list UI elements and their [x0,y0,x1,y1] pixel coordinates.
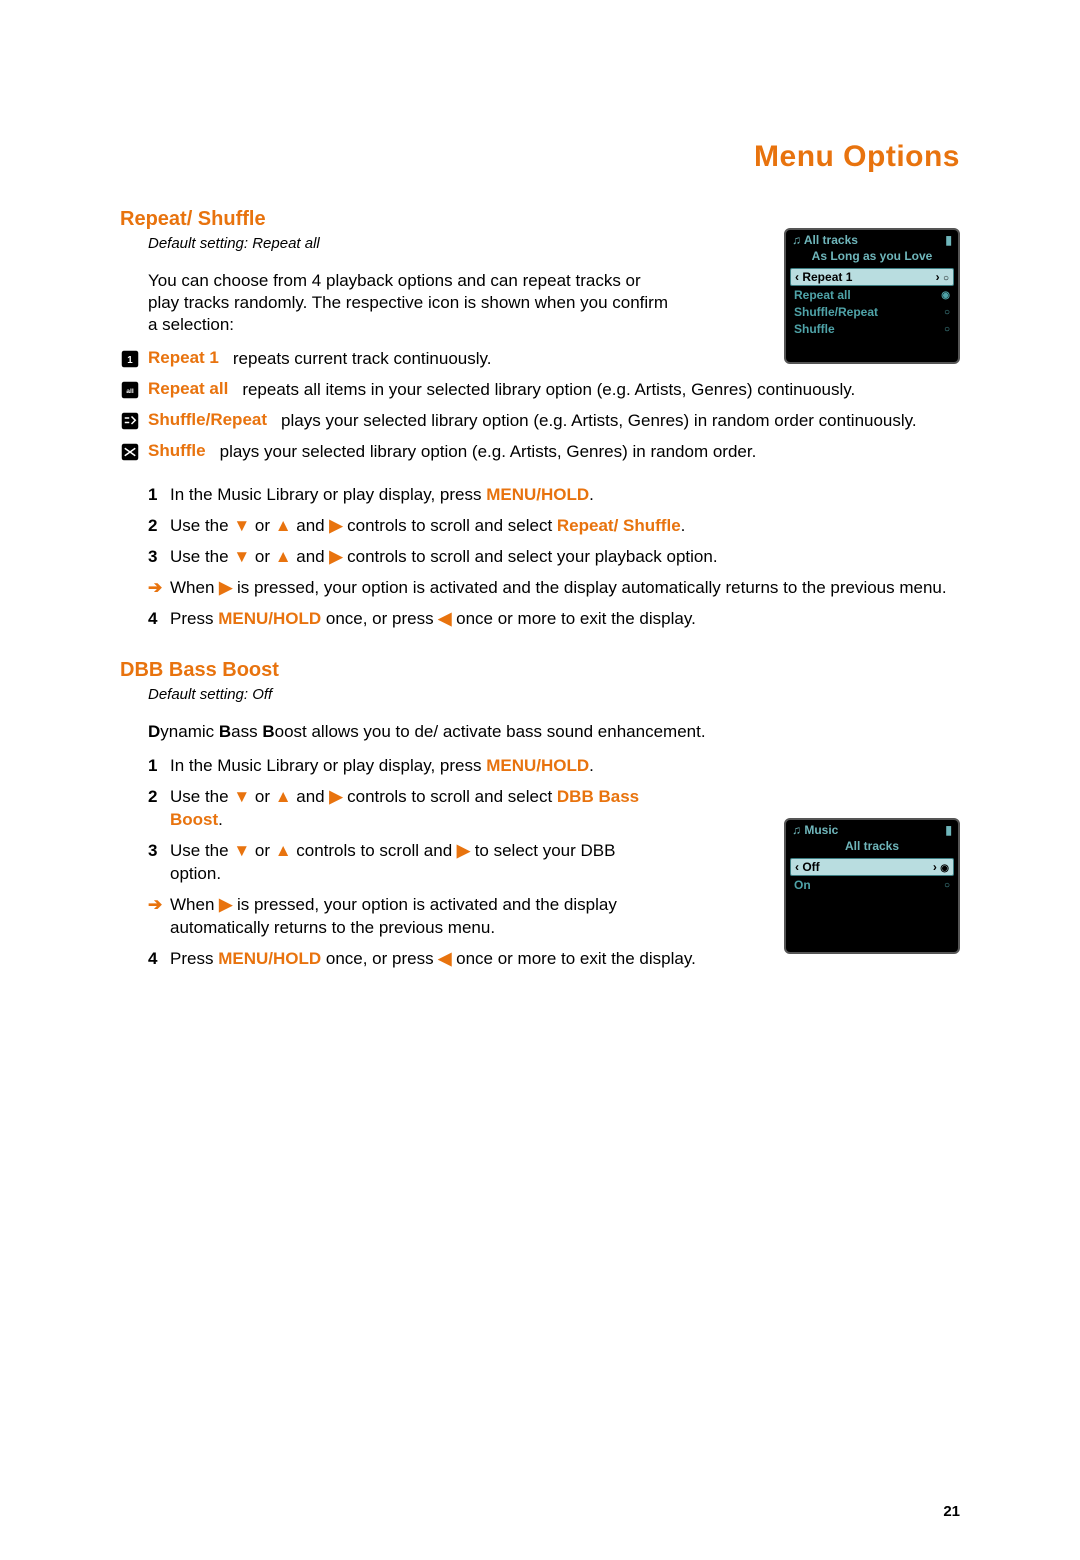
repeatall-icon: all [120,379,148,404]
repeatall-label: Repeat all [148,379,242,399]
intro-dbb: Dynamic Bass Boost allows you to de/ act… [148,721,960,743]
down-icon: ▼ [233,516,250,535]
note-icon: ♫ [792,823,801,837]
repeat1-label: Repeat 1 [148,348,233,368]
up-icon: ▲ [275,516,292,535]
device-item: Shuffle/Repeat○ [790,304,954,320]
result-arrow-icon: ➔ [148,577,170,600]
battery-icon: ▮ [945,823,952,837]
step-number: 3 [148,840,170,886]
step-number: 4 [148,608,170,631]
rs-step3: Use the ▼ or ▲ and ▶ controls to scroll … [170,546,960,569]
step-number: 1 [148,755,170,778]
left-icon: ◀ [438,949,451,968]
down-icon: ▼ [233,841,250,860]
shuffle-label: Shuffle [148,441,220,461]
device-item: Shuffle○ [790,321,954,337]
step-number: 1 [148,484,170,507]
device-item-selected: ‹ Off› ◉ [790,858,954,876]
step-number: 4 [148,948,170,971]
step-number: 2 [148,515,170,538]
up-icon: ▲ [275,547,292,566]
intro-repeat-shuffle: You can choose from 4 playback options a… [148,270,668,336]
shuffle-desc: plays your selected library option (e.g.… [220,441,960,463]
up-icon: ▲ [275,787,292,806]
rs-note: When ▶ is pressed, your option is activa… [170,577,960,600]
device-subtitle: All tracks [786,839,958,855]
down-icon: ▼ [233,787,250,806]
device-screen-repeat: ♫ All tracks ▮ As Long as you Love ‹ Rep… [784,228,960,364]
shufflerepeat-icon [120,410,148,435]
step-number: 2 [148,786,170,832]
rs-step1: In the Music Library or play display, pr… [170,484,960,507]
shufflerepeat-desc: plays your selected library option (e.g.… [281,410,960,432]
right-icon: ▶ [219,895,232,914]
dbb-step2: Use the ▼ or ▲ and ▶ controls to scroll … [170,786,670,832]
shuffle-icon [120,441,148,466]
svg-text:1: 1 [127,355,133,366]
left-icon: ◀ [438,609,451,628]
repeat1-icon: 1 [120,348,148,373]
shufflerepeat-label: Shuffle/Repeat [148,410,281,430]
device-item: Repeat all◉ [790,287,954,303]
heading-dbb: DBB Bass Boost [120,659,960,682]
dbb-step1: In the Music Library or play display, pr… [170,755,960,778]
device-screen-dbb: ♫ Music ▮ All tracks ‹ Off› ◉ On○ [784,818,960,954]
battery-icon: ▮ [945,233,952,247]
right-icon: ▶ [219,578,232,597]
default-setting-dbb: Default setting: Off [148,686,960,703]
device-item: On○ [790,877,954,893]
repeatall-desc: repeats all items in your selected libra… [242,379,960,401]
svg-text:all: all [126,388,134,395]
note-icon: ♫ [792,233,801,247]
rs-step2: Use the ▼ or ▲ and ▶ controls to scroll … [170,515,960,538]
right-icon: ▶ [329,516,342,535]
down-icon: ▼ [233,547,250,566]
step-number: 3 [148,546,170,569]
device-item-selected: ‹ Repeat 1› ○ [790,268,954,286]
dbb-step3: Use the ▼ or ▲ controls to scroll and ▶ … [170,840,670,886]
right-icon: ▶ [457,841,470,860]
device-subtitle: As Long as you Love [786,249,958,265]
dbb-note: When ▶ is pressed, your option is activa… [170,894,670,940]
result-arrow-icon: ➔ [148,894,170,940]
right-icon: ▶ [329,787,342,806]
right-icon: ▶ [329,547,342,566]
rs-step4: Press MENU/HOLD once, or press ◀ once or… [170,608,960,631]
up-icon: ▲ [275,841,292,860]
page-title: Menu Options [120,140,960,174]
page-number: 21 [943,1503,960,1520]
